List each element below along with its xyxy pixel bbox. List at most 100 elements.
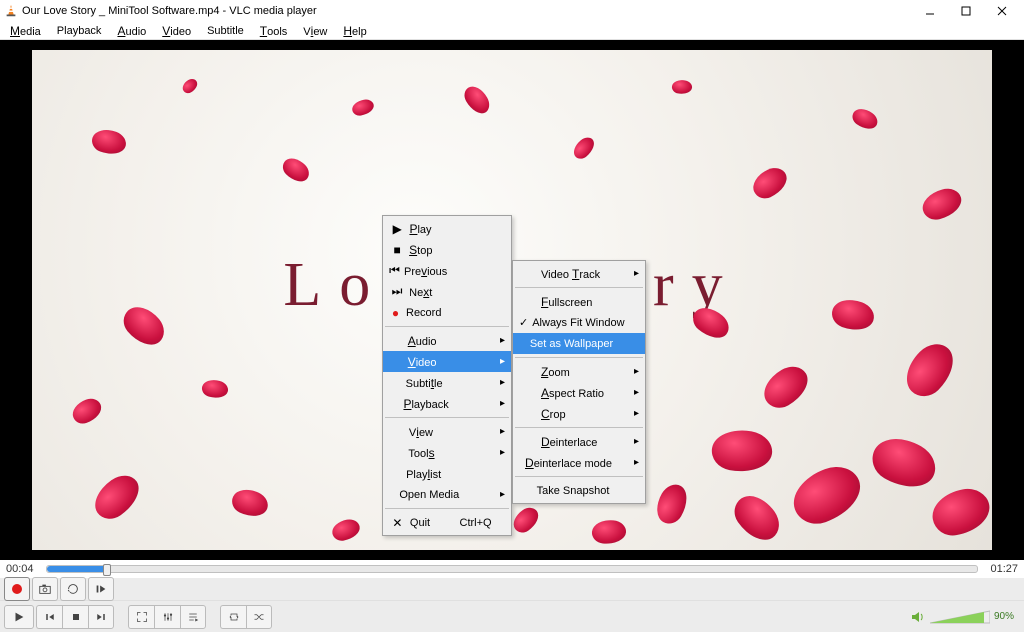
petal: [330, 518, 361, 543]
ctx-zoom[interactable]: Zoom▸: [513, 361, 645, 382]
check-icon: ✓: [519, 316, 528, 329]
menu-playback[interactable]: Playback: [49, 25, 110, 37]
seek-thumb[interactable]: [103, 564, 111, 576]
prev-icon: ⏮: [389, 263, 400, 278]
seek-slider[interactable]: [46, 565, 978, 573]
petal: [865, 427, 943, 499]
petal: [896, 336, 964, 404]
ctx-video-track[interactable]: Video Track▸: [513, 263, 645, 284]
ctx-playlist[interactable]: Playlist: [383, 463, 511, 484]
time-total: 01:27: [982, 563, 1018, 575]
petal: [87, 469, 147, 526]
petal: [351, 98, 375, 117]
petal: [180, 77, 200, 95]
ctx-tools[interactable]: Tools▸: [383, 442, 511, 463]
sliders-icon: [162, 611, 174, 623]
menu-audio[interactable]: Audio: [109, 24, 154, 38]
loop-button[interactable]: [220, 605, 246, 629]
petal: [849, 104, 881, 134]
volume-control: 90%: [910, 609, 1020, 625]
petal: [786, 460, 869, 531]
petal: [650, 480, 694, 529]
window-controls: [912, 0, 1020, 22]
stop-icon: [70, 611, 82, 623]
playlist-icon: [187, 611, 199, 623]
camera-icon: [38, 582, 52, 596]
petal: [709, 425, 775, 477]
stop-button[interactable]: [62, 605, 88, 629]
ctx-deinterlace-mode[interactable]: Deinterlace mode▸: [513, 452, 645, 473]
separator: [385, 326, 509, 327]
shuffle-button[interactable]: [246, 605, 272, 629]
ctx-deinterlace[interactable]: Deinterlace▸: [513, 431, 645, 452]
menu-subtitle[interactable]: Subtitle: [199, 25, 252, 37]
maximize-button[interactable]: [948, 0, 984, 22]
extended-settings-button[interactable]: [154, 605, 180, 629]
ctx-stop[interactable]: ■Stop: [383, 239, 511, 260]
ctx-open-media[interactable]: Open Media▸: [383, 484, 511, 505]
volume-percent: 90%: [994, 611, 1014, 622]
play-button[interactable]: [4, 605, 34, 629]
ctx-set-as-wallpaper[interactable]: Set as Wallpaper: [513, 333, 645, 354]
petal: [591, 519, 627, 546]
close-button[interactable]: [984, 0, 1020, 22]
frame-step-button[interactable]: [88, 577, 114, 601]
separator: [515, 427, 643, 428]
playlist-button[interactable]: [180, 605, 206, 629]
petal: [757, 360, 816, 413]
ctx-play[interactable]: ▶Play: [383, 218, 511, 239]
menu-media[interactable]: Media: [2, 24, 49, 38]
petal: [228, 484, 272, 523]
stop-icon: ■: [389, 243, 405, 257]
menu-video[interactable]: Video: [154, 24, 199, 38]
snapshot-button[interactable]: [32, 577, 58, 601]
vlc-cone-icon: [4, 4, 18, 18]
petal: [69, 396, 105, 427]
step-icon: [94, 582, 108, 596]
context-submenu-video: Video Track▸ Fullscreen ✓Always Fit Wind…: [512, 260, 646, 504]
menu-view[interactable]: View: [295, 24, 335, 38]
ctx-subtitle[interactable]: Subtitle▸: [383, 372, 511, 393]
ctx-take-snapshot[interactable]: Take Snapshot: [513, 480, 645, 501]
video-area[interactable]: Love Story ▶Play ■Stop ⏮Previous: [0, 40, 1024, 560]
petal: [200, 377, 230, 401]
skip-back-button[interactable]: [36, 605, 62, 629]
ctx-fullscreen[interactable]: Fullscreen: [513, 291, 645, 312]
petal: [461, 82, 493, 118]
petal: [728, 487, 786, 549]
speaker-icon: [910, 609, 926, 625]
ctx-video[interactable]: Video▸: [383, 351, 511, 372]
ctx-always-fit-window[interactable]: ✓Always Fit Window: [513, 312, 645, 333]
menu-help[interactable]: Help: [335, 24, 374, 38]
petal: [919, 185, 965, 222]
skip-forward-button[interactable]: [88, 605, 114, 629]
record-dot-icon: [12, 584, 22, 594]
next-icon: ⏭: [389, 284, 405, 299]
record-button[interactable]: [4, 577, 30, 601]
petal: [279, 153, 313, 187]
skip-fwd-icon: [95, 611, 107, 623]
ctx-audio[interactable]: Audio▸: [383, 330, 511, 351]
loop-ab-button[interactable]: [60, 577, 86, 601]
loop-icon: [66, 582, 80, 596]
time-elapsed: 00:04: [6, 563, 42, 575]
ctx-quit[interactable]: ✕QuitCtrl+Q: [383, 512, 511, 533]
separator: [385, 417, 509, 418]
ctx-aspect-ratio[interactable]: Aspect Ratio▸: [513, 382, 645, 403]
ctx-playback[interactable]: Playback▸: [383, 393, 511, 414]
toolbar-row-1: [0, 578, 1024, 600]
ctx-view[interactable]: View▸: [383, 421, 511, 442]
fullscreen-button[interactable]: [128, 605, 154, 629]
ctx-previous[interactable]: ⏮Previous: [383, 260, 511, 281]
minimize-button[interactable]: [912, 0, 948, 22]
menu-tools[interactable]: Tools: [252, 24, 296, 38]
ctx-crop[interactable]: Crop▸: [513, 403, 645, 424]
petal: [509, 504, 543, 536]
shuffle-icon: [253, 611, 265, 623]
ctx-next[interactable]: ⏭Next: [383, 281, 511, 302]
petal: [89, 125, 129, 159]
volume-slider[interactable]: [930, 609, 990, 625]
ctx-record[interactable]: ●Record: [383, 302, 511, 323]
fullscreen-icon: [136, 611, 148, 623]
seek-fill: [47, 566, 103, 572]
